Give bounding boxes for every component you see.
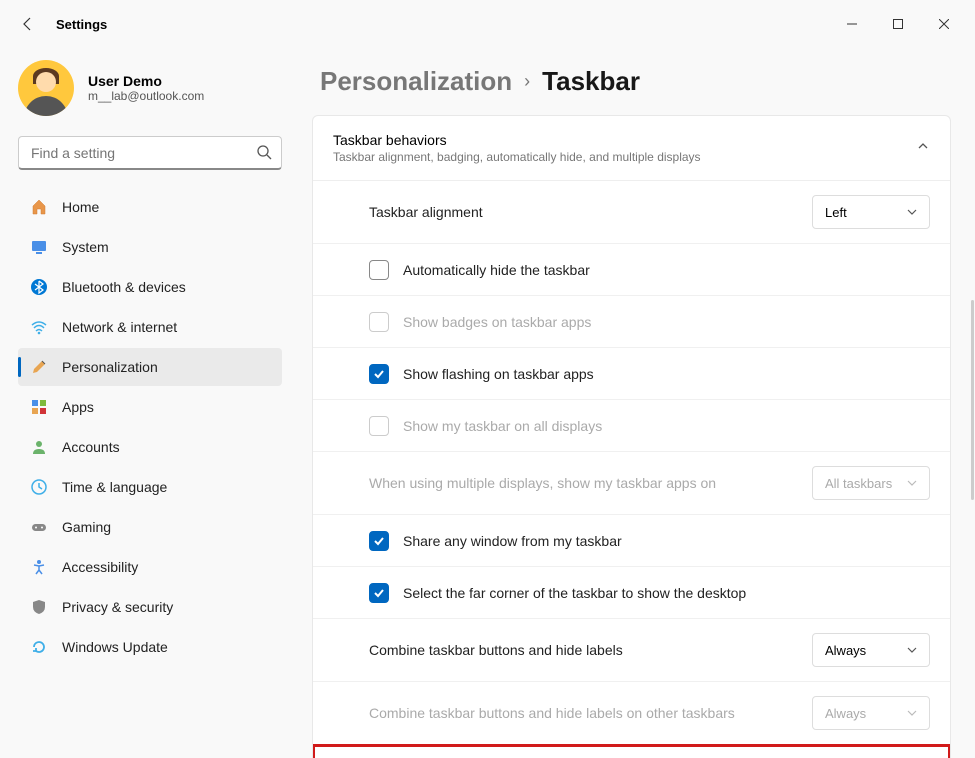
chevron-down-icon [907, 645, 917, 655]
update-icon [30, 638, 48, 656]
search-input[interactable] [18, 136, 282, 170]
sidebar-item-label: System [62, 239, 109, 255]
far-corner-checkbox[interactable] [369, 583, 389, 603]
maximize-button[interactable] [875, 8, 921, 40]
profile-name: User Demo [88, 73, 204, 89]
setting-combine: Combine taskbar buttons and hide labels … [313, 619, 950, 682]
setting-badges: Show badges on taskbar apps [313, 296, 950, 348]
sidebar-item-label: Accessibility [62, 559, 138, 575]
sidebar-item-label: Privacy & security [62, 599, 173, 615]
sidebar-item-label: Windows Update [62, 639, 168, 655]
titlebar: Settings [0, 0, 975, 48]
sidebar-item-label: Apps [62, 399, 94, 415]
breadcrumb-parent[interactable]: Personalization [320, 66, 512, 97]
profile-email: m__lab@outlook.com [88, 89, 204, 103]
setting-flashing: Show flashing on taskbar apps [313, 348, 950, 400]
minimize-button[interactable] [829, 8, 875, 40]
sidebar-item-gaming[interactable]: Gaming [18, 508, 282, 546]
flashing-checkbox[interactable] [369, 364, 389, 384]
chevron-down-icon [907, 207, 917, 217]
search-icon [256, 144, 272, 165]
chevron-right-icon: › [524, 71, 530, 92]
breadcrumb-current: Taskbar [542, 66, 640, 97]
accounts-icon [30, 438, 48, 456]
sidebar-item-time[interactable]: Time & language [18, 468, 282, 506]
setting-far-corner: Select the far corner of the taskbar to … [313, 567, 950, 619]
setting-label: Combine taskbar buttons and hide labels [369, 642, 812, 658]
setting-share-window: Share any window from my taskbar [313, 515, 950, 567]
autohide-checkbox[interactable] [369, 260, 389, 280]
sidebar: User Demo m__lab@outlook.com Home System… [0, 48, 300, 758]
all-displays-checkbox [369, 416, 389, 436]
setting-label: When using multiple displays, show my ta… [369, 475, 812, 491]
setting-label: Show my taskbar on all displays [403, 418, 930, 434]
sidebar-item-network[interactable]: Network & internet [18, 308, 282, 346]
setting-label: Automatically hide the taskbar [403, 262, 930, 278]
sidebar-item-label: Personalization [62, 359, 158, 375]
sidebar-item-label: Accounts [62, 439, 120, 455]
system-icon [30, 238, 48, 256]
setting-all-displays: Show my taskbar on all displays [313, 400, 950, 452]
setting-label: Combine taskbar buttons and hide labels … [369, 705, 812, 721]
nav: Home System Bluetooth & devices Network … [18, 188, 282, 666]
window-title: Settings [56, 17, 107, 32]
setting-label: Show flashing on taskbar apps [403, 366, 930, 382]
apps-icon [30, 398, 48, 416]
sidebar-item-label: Time & language [62, 479, 167, 495]
main-content: Personalization › Taskbar Taskbar behavi… [300, 48, 975, 758]
setting-label: Share any window from my taskbar [403, 533, 930, 549]
combine-other-select: Always [812, 696, 930, 730]
close-button[interactable] [921, 8, 967, 40]
sidebar-item-label: Home [62, 199, 99, 215]
breadcrumb: Personalization › Taskbar [312, 48, 951, 115]
sidebar-item-accounts[interactable]: Accounts [18, 428, 282, 466]
setting-alignment: Taskbar alignment Left [313, 181, 950, 244]
wifi-icon [30, 318, 48, 336]
chevron-up-icon [916, 139, 930, 158]
sidebar-item-privacy[interactable]: Privacy & security [18, 588, 282, 626]
setting-label: Taskbar alignment [369, 204, 812, 220]
taskbar-behaviors-panel: Taskbar behaviors Taskbar alignment, bad… [312, 115, 951, 758]
sidebar-item-label: Network & internet [62, 319, 177, 335]
chevron-down-icon [907, 478, 917, 488]
sidebar-item-accessibility[interactable]: Accessibility [18, 548, 282, 586]
panel-title: Taskbar behaviors [333, 132, 701, 148]
profile[interactable]: User Demo m__lab@outlook.com [18, 48, 282, 136]
back-button[interactable] [8, 4, 48, 44]
combine-select[interactable]: Always [812, 633, 930, 667]
sidebar-item-bluetooth[interactable]: Bluetooth & devices [18, 268, 282, 306]
clock-icon [30, 478, 48, 496]
avatar [18, 60, 74, 116]
setting-multi-display: When using multiple displays, show my ta… [313, 452, 950, 515]
sidebar-item-label: Bluetooth & devices [62, 279, 186, 295]
alignment-select[interactable]: Left [812, 195, 930, 229]
setting-hover-cards: Show hover cards for inactive and pinned… [313, 745, 950, 758]
scrollbar[interactable] [971, 300, 974, 500]
badges-checkbox [369, 312, 389, 332]
multi-display-select: All taskbars [812, 466, 930, 500]
sidebar-item-personalization[interactable]: Personalization [18, 348, 282, 386]
sidebar-item-home[interactable]: Home [18, 188, 282, 226]
sidebar-item-update[interactable]: Windows Update [18, 628, 282, 666]
personalization-icon [30, 358, 48, 376]
accessibility-icon [30, 558, 48, 576]
panel-header[interactable]: Taskbar behaviors Taskbar alignment, bad… [313, 116, 950, 181]
setting-label: Show badges on taskbar apps [403, 314, 930, 330]
search-container [18, 136, 282, 170]
bluetooth-icon [30, 278, 48, 296]
gaming-icon [30, 518, 48, 536]
panel-subtitle: Taskbar alignment, badging, automaticall… [333, 150, 701, 164]
home-icon [30, 198, 48, 216]
chevron-down-icon [907, 708, 917, 718]
setting-autohide: Automatically hide the taskbar [313, 244, 950, 296]
share-window-checkbox[interactable] [369, 531, 389, 551]
setting-combine-other: Combine taskbar buttons and hide labels … [313, 682, 950, 745]
sidebar-item-label: Gaming [62, 519, 111, 535]
setting-label: Select the far corner of the taskbar to … [403, 585, 930, 601]
sidebar-item-apps[interactable]: Apps [18, 388, 282, 426]
sidebar-item-system[interactable]: System [18, 228, 282, 266]
shield-icon [30, 598, 48, 616]
window-controls [829, 8, 967, 40]
